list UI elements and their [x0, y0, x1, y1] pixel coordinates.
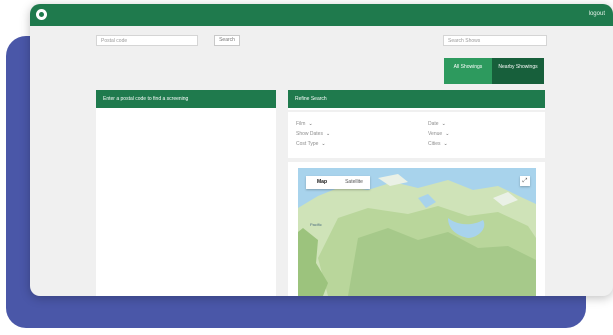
- all-showings-button[interactable]: All Showings: [444, 58, 492, 84]
- chevron-down-icon: ⌄: [308, 121, 313, 127]
- nearby-showings-button[interactable]: Nearby Showings: [492, 58, 544, 84]
- logout-link[interactable]: logout: [589, 11, 605, 17]
- filter-date[interactable]: Date ⌄: [428, 121, 446, 127]
- filter-cost-type[interactable]: Cost Type ⌄: [296, 141, 326, 147]
- filter-label: Show Dates: [296, 131, 323, 137]
- filter-label: Film: [296, 121, 306, 127]
- filter-venue[interactable]: Venue ⌄: [428, 131, 449, 137]
- filter-film[interactable]: Film ⌄: [296, 121, 313, 127]
- tab-map[interactable]: Map: [306, 176, 338, 189]
- expand-icon[interactable]: ⤢: [520, 176, 530, 186]
- filter-label: Date: [428, 121, 439, 127]
- search-button[interactable]: Search: [214, 35, 240, 46]
- map-ocean-label: Pacific: [310, 222, 322, 227]
- filter-label: Cities: [428, 141, 441, 147]
- chevron-down-icon: ⌄: [321, 141, 326, 147]
- results-panel-title: Enter a postal code to find a screening: [96, 90, 276, 108]
- tab-satellite[interactable]: Satellite: [338, 176, 370, 189]
- chevron-down-icon: ⌄: [443, 141, 448, 147]
- refine-panel-title: Refine Search: [288, 90, 545, 108]
- map-view[interactable]: Map Satellite ⤢ Pacific: [298, 168, 536, 296]
- show-search-input[interactable]: Search Shows: [443, 35, 547, 46]
- results-panel: Enter a postal code to find a screening: [96, 90, 276, 296]
- app-window: logout Postal code Search Search Shows A…: [30, 4, 613, 296]
- filter-show-dates[interactable]: Show Dates ⌄: [296, 131, 330, 137]
- chevron-down-icon: ⌄: [445, 131, 450, 137]
- chevron-down-icon: ⌄: [441, 121, 446, 127]
- logo-icon[interactable]: [36, 9, 47, 20]
- map-type-tabs: Map Satellite: [306, 176, 370, 189]
- filter-label: Venue: [428, 131, 443, 137]
- chevron-down-icon: ⌄: [325, 131, 331, 137]
- top-bar: logout: [30, 4, 613, 26]
- filter-list: Film ⌄ Date ⌄ Show Dates ⌄ Venue ⌄ Cost Type…: [288, 112, 545, 158]
- filter-label: Cost Type: [296, 141, 319, 147]
- map-card: Map Satellite ⤢ Pacific: [288, 162, 545, 296]
- postal-code-input[interactable]: Postal code: [96, 35, 198, 46]
- refine-panel: Refine Search: [288, 90, 545, 110]
- filter-cities[interactable]: Cities ⌄: [428, 141, 448, 147]
